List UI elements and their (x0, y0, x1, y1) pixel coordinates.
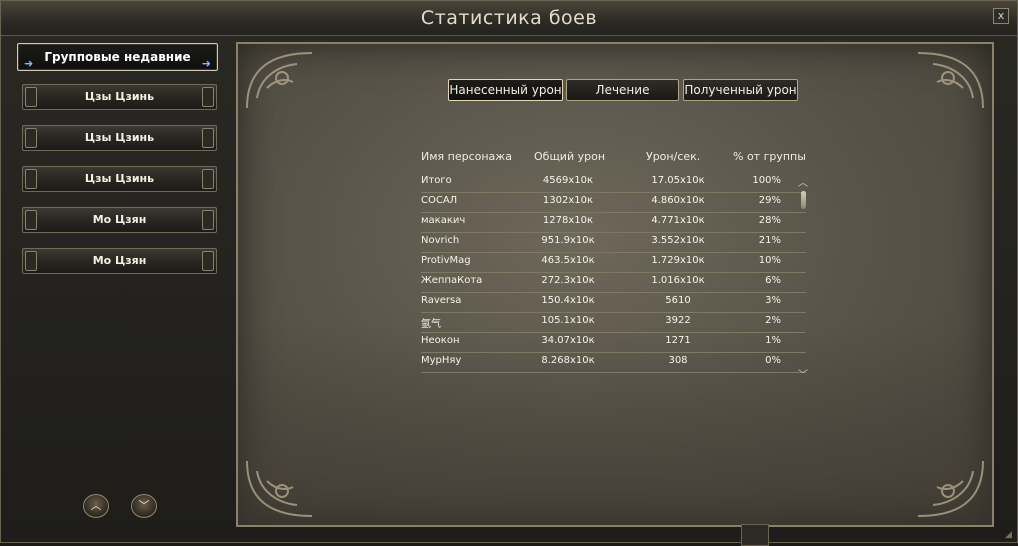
total-damage: 105.1x10к (541, 315, 595, 326)
player-name: Novrich (421, 235, 460, 246)
table-row[interactable]: ProtivMag 463.5x10к 1.729x10к 10% (421, 252, 806, 273)
damage-per-second: 17.05x10к (651, 175, 705, 186)
group-percent: 6% (765, 275, 781, 286)
damage-per-second: 4.771x10к (651, 215, 705, 226)
table-row[interactable]: Итого 4569x10к 17.05x10к 100% (421, 172, 806, 193)
player-name: макакич (421, 215, 466, 226)
header-dps: Урон/сек. (646, 150, 701, 163)
group-percent: 3% (765, 295, 781, 306)
ornament-corner-icon (246, 52, 313, 109)
scrollbar-thumb[interactable] (801, 191, 806, 209)
fight-item[interactable]: Цзы Цзинь (22, 166, 217, 192)
player-name: Неокон (421, 335, 460, 346)
table-row[interactable]: 氩气 105.1x10к 3922 2% (421, 312, 806, 333)
total-damage: 951.9x10к (541, 235, 595, 246)
group-percent: 29% (758, 195, 781, 206)
tab-healing[interactable]: Лечение (566, 79, 679, 101)
table-row[interactable]: МурНяу 8.268x10к 308 0% (421, 352, 806, 373)
tab-damage-dealt[interactable]: Нанесенный урон (448, 79, 563, 101)
fight-item[interactable]: Мо Цзян (22, 207, 217, 233)
window-title: Статистика боев (420, 7, 598, 29)
group-percent: 21% (758, 235, 781, 246)
fight-item[interactable]: Цзы Цзинь (22, 84, 217, 110)
header-name: Имя персонажа (421, 150, 512, 163)
ornament-corner-icon (246, 460, 313, 517)
title-bar[interactable]: Статистика боев x (1, 1, 1017, 36)
stats-panel: Нанесенный урон Лечение Полученный урон … (236, 42, 994, 527)
right-arrow-icon: ➜ (201, 57, 211, 70)
total-damage: 4569x10к (542, 175, 594, 186)
fight-item[interactable]: Мо Цзян (22, 248, 217, 274)
group-percent: 1% (765, 335, 781, 346)
player-name: МурНяу (421, 355, 462, 366)
header-percent: % от группы (733, 150, 806, 163)
total-damage: 1302x10к (542, 195, 594, 206)
total-damage: 150.4x10к (541, 295, 595, 306)
table-row[interactable]: СОСАЛ 1302x10к 4.860x10к 29% (421, 192, 806, 213)
group-percent: 2% (765, 315, 781, 326)
table-row[interactable]: Неокон 34.07x10к 1271 1% (421, 332, 806, 353)
total-damage: 272.3x10к (541, 275, 595, 286)
damage-per-second: 5610 (665, 295, 691, 306)
group-recent-button[interactable]: ➜ Групповые недавние ➜ (17, 43, 218, 71)
group-percent: 28% (758, 215, 781, 226)
total-damage: 1278x10к (542, 215, 594, 226)
group-percent: 10% (758, 255, 781, 266)
chevron-up-icon[interactable]: ︿ (83, 494, 109, 518)
ornament-corner-icon (917, 52, 984, 109)
resize-grip-icon[interactable]: ◢ (1005, 530, 1015, 540)
player-name: ProtivMag (421, 255, 471, 266)
combat-stats-window: Статистика боев x ➜ Групповые недавние ➜… (0, 0, 1018, 546)
table-row[interactable]: ЖеппаКота 272.3x10к 1.016x10к 6% (421, 272, 806, 293)
player-name: ЖеппаКота (421, 275, 483, 286)
total-damage: 34.07x10к (541, 335, 595, 346)
damage-per-second: 3922 (665, 315, 691, 326)
total-damage: 8.268x10к (541, 355, 595, 366)
chevron-down-icon[interactable]: ﹀ (131, 494, 157, 518)
group-percent: 100% (752, 175, 781, 186)
tab-damage-taken[interactable]: Полученный урон (683, 79, 798, 101)
player-name: Итого (421, 175, 452, 186)
damage-per-second: 4.860x10к (651, 195, 705, 206)
player-name: 氩气 (421, 319, 441, 330)
table-row[interactable]: Raversa 150.4x10к 5610 3% (421, 292, 806, 313)
scroll-down-icon[interactable]: ﹀ (798, 366, 808, 381)
total-damage: 463.5x10к (541, 255, 595, 266)
scroll-up-icon[interactable]: ︿ (798, 174, 808, 189)
damage-per-second: 1271 (665, 335, 691, 346)
damage-per-second: 1.729x10к (651, 255, 705, 266)
ornament-corner-icon (917, 460, 984, 517)
table-row[interactable]: макакич 1278x10к 4.771x10к 28% (421, 212, 806, 233)
left-arrow-icon: ➜ (24, 57, 34, 70)
damage-per-second: 3.552x10к (651, 235, 705, 246)
damage-per-second: 308 (668, 355, 688, 366)
player-name: СОСАЛ (421, 195, 458, 206)
header-total: Общий урон (534, 150, 606, 163)
close-icon[interactable]: x (993, 8, 1009, 24)
fight-item[interactable]: Цзы Цзинь (22, 125, 217, 151)
damage-per-second: 1.016x10к (651, 275, 705, 286)
group-percent: 0% (765, 355, 781, 366)
table-row[interactable]: Novrich 951.9x10к 3.552x10к 21% (421, 232, 806, 253)
player-name: Raversa (421, 295, 462, 306)
group-recent-label: Групповые недавние (44, 50, 191, 64)
